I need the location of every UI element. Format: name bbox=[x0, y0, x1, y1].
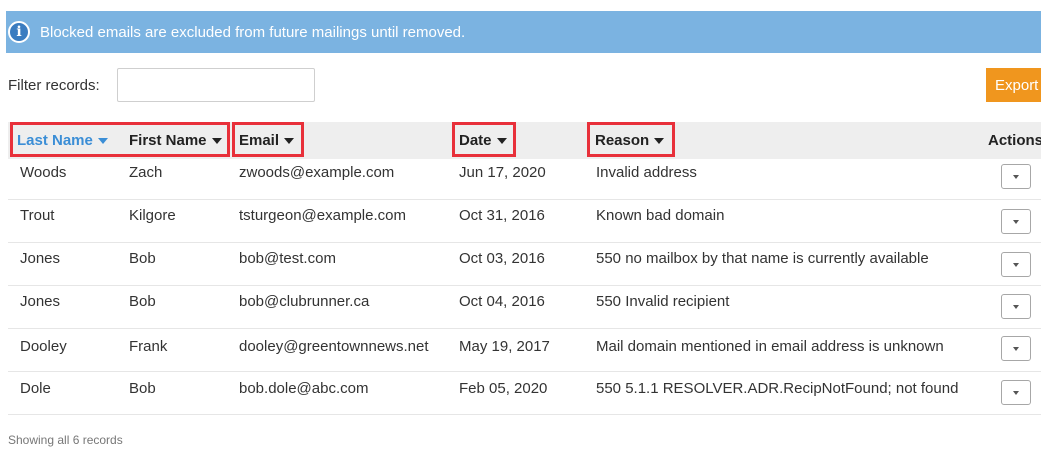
chevron-down-icon bbox=[1013, 174, 1019, 179]
banner-text: Blocked emails are excluded from future … bbox=[40, 23, 466, 41]
row-actions-button[interactable] bbox=[1001, 380, 1031, 405]
highlight-box-name-columns bbox=[10, 122, 230, 157]
export-button[interactable]: Export bbox=[986, 68, 1041, 102]
cell-date: Feb 05, 2020 bbox=[459, 380, 548, 397]
highlight-box-date-column bbox=[452, 122, 516, 157]
filter-input[interactable] bbox=[117, 68, 315, 102]
row-actions-button[interactable] bbox=[1001, 252, 1031, 277]
cell-last-name: Dole bbox=[20, 380, 51, 397]
row-actions-button[interactable] bbox=[1001, 164, 1031, 189]
highlight-box-reason-column bbox=[587, 122, 675, 157]
blocked-emails-page: i Blocked emails are excluded from futur… bbox=[0, 0, 1041, 449]
row-actions-button[interactable] bbox=[1001, 336, 1031, 361]
row-actions-button[interactable] bbox=[1001, 209, 1031, 234]
highlight-box-email-column bbox=[232, 122, 304, 157]
chevron-down-icon bbox=[1013, 346, 1019, 351]
table-row: Woods Zach zwoods@example.com Jun 17, 20… bbox=[8, 157, 1041, 200]
cell-reason: 550 5.1.1 RESOLVER.ADR.RecipNotFound; no… bbox=[596, 380, 959, 397]
chevron-down-icon bbox=[1013, 390, 1019, 395]
info-banner: i Blocked emails are excluded from futur… bbox=[6, 11, 1041, 53]
chevron-down-icon bbox=[1013, 262, 1019, 267]
table-row: Trout Kilgore tsturgeon@example.com Oct … bbox=[8, 200, 1041, 243]
chevron-down-icon bbox=[1013, 219, 1019, 224]
chevron-down-icon bbox=[1013, 304, 1019, 309]
filter-label: Filter records: bbox=[8, 77, 100, 94]
column-header-actions: Actions bbox=[988, 132, 1041, 149]
cell-first-name: Bob bbox=[129, 380, 156, 397]
info-icon: i bbox=[8, 21, 30, 43]
table-row: Jones Bob bob@clubrunner.ca Oct 04, 2016… bbox=[8, 286, 1041, 329]
table-row: Jones Bob bob@test.com Oct 03, 2016 550 … bbox=[8, 243, 1041, 286]
row-actions-button[interactable] bbox=[1001, 294, 1031, 319]
table-row: Dooley Frank dooley@greentownnews.net Ma… bbox=[8, 329, 1041, 372]
cell-email: bob.dole@abc.com bbox=[239, 380, 369, 397]
table-row: Dole Bob bob.dole@abc.com Feb 05, 2020 5… bbox=[8, 372, 1041, 415]
records-count: Showing all 6 records bbox=[8, 433, 123, 447]
